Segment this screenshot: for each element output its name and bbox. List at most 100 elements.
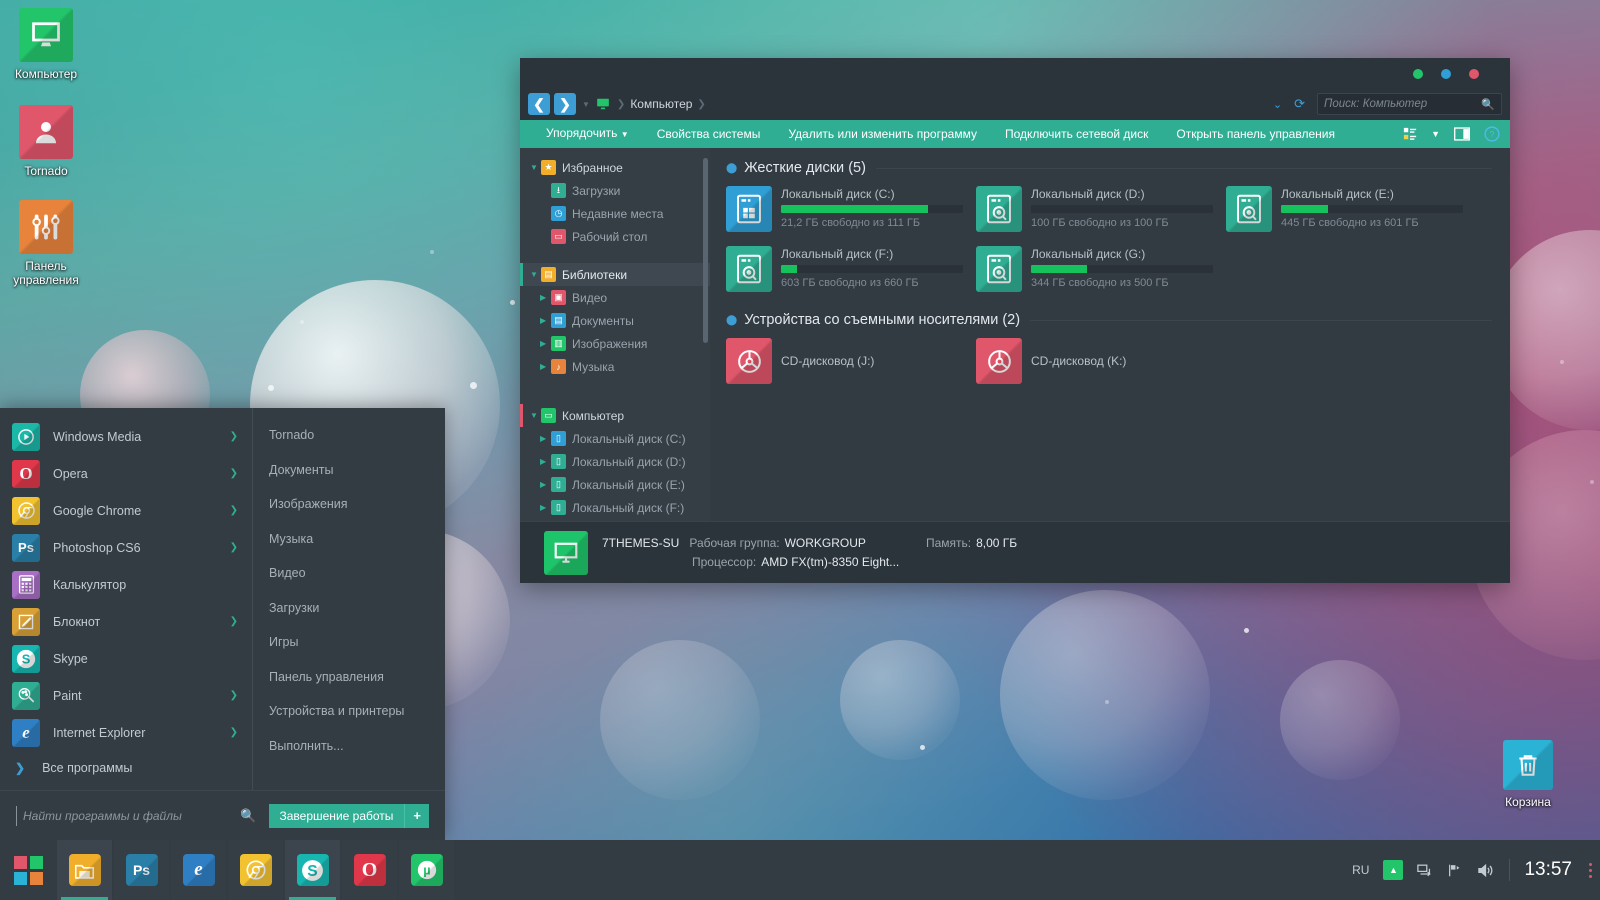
chevron-right-icon[interactable]: ❯ xyxy=(230,690,238,701)
refresh-icon[interactable]: ⟳ xyxy=(1294,96,1305,112)
shutdown-options-button[interactable]: + xyxy=(404,804,429,828)
drive-item[interactable]: Локальный диск (F:) 603 ГБ свободно из 6… xyxy=(726,246,976,292)
desktop-icon-computer[interactable]: Компьютер xyxy=(0,8,92,81)
chevron-right-icon[interactable]: ▶ xyxy=(540,457,551,466)
taskbar-item-opera[interactable]: O xyxy=(342,840,397,900)
start-item-all-programs[interactable]: ❯ Все программы xyxy=(0,751,252,784)
nav-item-recent-places[interactable]: ◷ Недавние места xyxy=(520,202,710,225)
taskbar-item-skype[interactable]: S xyxy=(285,840,340,900)
start-item-calculator[interactable]: Калькулятор xyxy=(0,566,252,603)
toolbar-map-network-drive-button[interactable]: Подключить сетевой диск xyxy=(991,120,1162,148)
start-item-windows-media[interactable]: Windows Media ❯ xyxy=(0,418,252,455)
show-hidden-icons-button[interactable]: ▲ xyxy=(1383,860,1403,880)
start-place-run[interactable]: Выполнить... xyxy=(253,729,445,764)
nav-item-documents[interactable]: ▶ ▤ Документы xyxy=(520,309,710,332)
nav-item-video[interactable]: ▶ ▣ Видео xyxy=(520,286,710,309)
search-box[interactable]: Поиск: Компьютер 🔍 xyxy=(1317,93,1502,115)
chevron-down-icon[interactable]: ⬤ xyxy=(726,315,737,326)
language-indicator[interactable]: RU xyxy=(1352,863,1369,877)
start-place-devices-and-printers[interactable]: Устройства и принтеры xyxy=(253,694,445,729)
start-place-games[interactable]: Игры xyxy=(253,625,445,660)
chevron-right-icon[interactable]: ▶ xyxy=(540,316,551,325)
volume-icon[interactable] xyxy=(1477,863,1494,878)
sidebar-scrollbar[interactable] xyxy=(703,158,708,343)
taskbar-item-photoshop[interactable]: Ps xyxy=(114,840,169,900)
chevron-right-icon[interactable]: ❯ xyxy=(230,542,238,553)
nav-item-desktop[interactable]: ▭ Рабочий стол xyxy=(520,225,710,248)
start-item-notepad[interactable]: Блокнот ❯ xyxy=(0,603,252,640)
nav-item-libraries[interactable]: ▼ ▤ Библиотеки xyxy=(520,263,710,286)
chevron-right-icon[interactable]: ▶ xyxy=(540,362,551,371)
search-icon[interactable]: 🔍 xyxy=(1481,98,1495,111)
chevron-right-icon[interactable]: ▶ xyxy=(540,293,551,302)
show-desktop-button[interactable] xyxy=(1586,840,1594,900)
chevron-right-icon[interactable]: ▶ xyxy=(540,503,551,512)
drive-item[interactable]: Локальный диск (G:) 344 ГБ свободно из 5… xyxy=(976,246,1226,292)
breadcrumb-separator-icon[interactable]: ❯ xyxy=(697,99,705,110)
drive-item[interactable]: Локальный диск (E:) 445 ГБ свободно из 6… xyxy=(1226,186,1476,232)
search-icon[interactable]: 🔍 xyxy=(240,808,256,824)
start-item-photoshop[interactable]: Ps Photoshop CS6 ❯ xyxy=(0,529,252,566)
nav-item-pictures[interactable]: ▶ ▥ Изображения xyxy=(520,332,710,355)
nav-item-downloads[interactable]: ⭳ Загрузки xyxy=(520,179,710,202)
toolbar-system-properties-button[interactable]: Свойства системы xyxy=(643,120,775,148)
clock[interactable]: 13:57 xyxy=(1509,859,1586,881)
start-item-google-chrome[interactable]: Google Chrome ❯ xyxy=(0,492,252,529)
start-item-skype[interactable]: S Skype xyxy=(0,640,252,677)
chevron-down-icon[interactable]: ▼ xyxy=(530,411,541,420)
chevron-right-icon[interactable]: ❯ xyxy=(230,505,238,516)
view-options-icon[interactable] xyxy=(1403,127,1417,141)
desktop-icon-control-panel[interactable]: Панель управления xyxy=(0,200,92,287)
drive-item[interactable]: Локальный диск (C:) 21,2 ГБ свободно из … xyxy=(726,186,976,232)
nav-item-drive-d[interactable]: ▶ ▯ Локальный диск (D:) xyxy=(520,450,710,473)
start-search-input[interactable]: Найти программы и файлы xyxy=(23,809,240,823)
taskbar-item-utorrent[interactable]: µ xyxy=(399,840,454,900)
chevron-down-icon[interactable]: ▼ xyxy=(530,163,541,172)
chevron-right-icon[interactable]: ❯ xyxy=(230,468,238,479)
breadcrumb-path[interactable]: Компьютер xyxy=(630,97,692,111)
taskbar-item-chrome[interactable] xyxy=(228,840,283,900)
chevron-right-icon[interactable]: ❯ xyxy=(230,616,238,627)
maximize-button[interactable] xyxy=(1441,69,1451,79)
network-icon[interactable] xyxy=(1417,863,1433,878)
start-place-video[interactable]: Видео xyxy=(253,556,445,591)
toolbar-uninstall-program-button[interactable]: Удалить или изменить программу xyxy=(774,120,991,148)
section-header-removable-devices[interactable]: ⬤ Устройства со съемными носителями (2) xyxy=(726,312,1510,328)
nav-item-computer[interactable]: ▼ ▭ Компьютер xyxy=(520,404,710,427)
chevron-right-icon[interactable]: ▶ xyxy=(540,480,551,489)
shutdown-button-group[interactable]: Завершение работы + xyxy=(269,804,430,828)
help-icon[interactable]: ? xyxy=(1484,126,1500,142)
start-place-music[interactable]: Музыка xyxy=(253,522,445,557)
start-search-box[interactable]: Найти программы и файлы 🔍 xyxy=(16,806,269,826)
drive-item[interactable]: Локальный диск (D:) 100 ГБ свободно из 1… xyxy=(976,186,1226,232)
preview-pane-icon[interactable] xyxy=(1454,127,1470,141)
nav-item-drive-e[interactable]: ▶ ▯ Локальный диск (E:) xyxy=(520,473,710,496)
section-header-hard-drives[interactable]: ⬤ Жесткие диски (5) xyxy=(726,160,1510,176)
nav-item-music[interactable]: ▶ ♪ Музыка xyxy=(520,355,710,378)
minimize-button[interactable] xyxy=(1413,69,1423,79)
nav-item-drive-f[interactable]: ▶ ▯ Локальный диск (F:) xyxy=(520,496,710,519)
chevron-right-icon[interactable]: ▶ xyxy=(540,339,551,348)
shutdown-button[interactable]: Завершение работы xyxy=(269,804,405,828)
chevron-right-icon[interactable]: ❯ xyxy=(230,431,238,442)
start-place-pictures[interactable]: Изображения xyxy=(253,487,445,522)
removable-device-item[interactable]: CD-дисковод (K:) xyxy=(976,338,1226,384)
nav-item-favorites[interactable]: ▼ ★ Избранное xyxy=(520,156,710,179)
close-button[interactable] xyxy=(1469,69,1479,79)
start-item-opera[interactable]: O Opera ❯ xyxy=(0,455,252,492)
recent-pages-caret-icon[interactable]: ▼ xyxy=(582,100,590,109)
start-place-documents[interactable]: Документы xyxy=(253,453,445,488)
desktop-icon-tornado[interactable]: Tornado xyxy=(0,105,92,178)
flag-icon[interactable] xyxy=(1447,863,1463,878)
nav-item-drive-c[interactable]: ▶ ▯ Локальный диск (C:) xyxy=(520,427,710,450)
back-button[interactable]: ❮ xyxy=(528,93,550,115)
window-titlebar[interactable] xyxy=(520,58,1510,88)
start-place-control-panel[interactable]: Панель управления xyxy=(253,660,445,695)
start-item-internet-explorer[interactable]: e Internet Explorer ❯ xyxy=(0,714,252,751)
start-place-downloads[interactable]: Загрузки xyxy=(253,591,445,626)
chevron-down-icon[interactable]: ⌄ xyxy=(1273,98,1282,111)
navigation-pane[interactable]: ▼ ★ Избранное ⭳ Загрузки ◷ Недавние мест… xyxy=(520,148,710,521)
desktop-icon-recycle-bin[interactable]: Корзина xyxy=(1482,740,1574,809)
chevron-right-icon[interactable]: ▶ xyxy=(540,434,551,443)
chevron-down-icon[interactable]: ▼ xyxy=(530,270,541,279)
